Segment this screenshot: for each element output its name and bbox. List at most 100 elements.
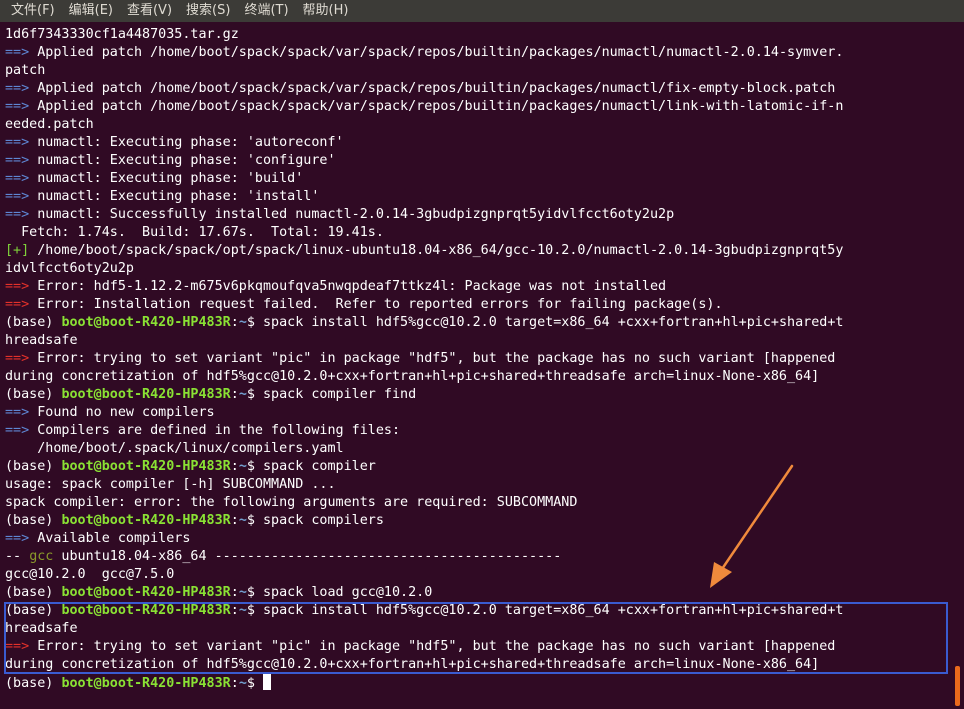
- terminal-line: ==> numactl: Executing phase: 'autorecon…: [5, 134, 949, 152]
- terminal-text: numactl: Executing phase: 'install': [37, 189, 320, 204]
- prompt-env: (base): [5, 513, 62, 528]
- terminal-text: during concretization of hdf5%gcc@10.2.0…: [5, 657, 820, 672]
- terminal-line: spack compiler: error: the following arg…: [5, 494, 949, 512]
- terminal-text: ==>: [5, 351, 38, 366]
- terminal-text: spack compiler find: [263, 387, 417, 402]
- prompt-dollar: $: [246, 387, 263, 402]
- terminal-line: ==> Error: trying to set variant "pic" i…: [5, 350, 949, 368]
- terminal-line: gcc@10.2.0 gcc@7.5.0: [5, 566, 949, 584]
- terminal-line: Fetch: 1.74s. Build: 17.67s. Total: 19.4…: [5, 224, 949, 242]
- terminal-text: 1d6f7343330cf1a4487035.tar.gz: [5, 27, 239, 42]
- terminal-text: Error: Installation request failed. Refe…: [37, 297, 723, 312]
- terminal-text: spack compiler: [263, 459, 376, 474]
- prompt-path: ~: [238, 585, 247, 600]
- terminal-line: ==> numactl: Executing phase: 'install': [5, 188, 949, 206]
- menu-item-2[interactable]: 查看(V): [120, 0, 179, 22]
- terminal-line: hreadsafe: [5, 620, 949, 638]
- terminal-line: hreadsafe: [5, 332, 949, 350]
- terminal-line: ==> Found no new compilers: [5, 404, 949, 422]
- terminal-text: Available compilers: [37, 531, 191, 546]
- prompt-user-host: boot@boot-R420-HP483R: [61, 676, 231, 691]
- terminal-text: numactl: Executing phase: 'configure': [37, 153, 336, 168]
- terminal-line: (base) boot@boot-R420-HP483R:~$ spack lo…: [5, 584, 949, 602]
- terminal-line: ==> Available compilers: [5, 530, 949, 548]
- terminal-line: (base) boot@boot-R420-HP483R:~$ spack co…: [5, 386, 949, 404]
- terminal-text: [+]: [5, 243, 38, 258]
- terminal-line: ==> Error: hdf5-1.12.2-m675v6pkqmoufqva5…: [5, 278, 949, 296]
- terminal-text: ==>: [5, 405, 38, 420]
- terminal-line: (base) boot@boot-R420-HP483R:~$ spack in…: [5, 602, 949, 620]
- prompt-sep: :: [230, 387, 239, 402]
- terminal-text: ==>: [5, 207, 38, 222]
- terminal-text: /home/boot/spack/spack/opt/spack/linux-u…: [37, 243, 844, 258]
- menu-item-5[interactable]: 帮助(H): [296, 0, 356, 22]
- terminal-line: ==> Error: trying to set variant "pic" i…: [5, 638, 949, 656]
- terminal-line: (base) boot@boot-R420-HP483R:~$: [5, 674, 949, 692]
- prompt-sep: :: [230, 513, 239, 528]
- prompt-path: ~: [238, 387, 247, 402]
- prompt-env: (base): [5, 676, 62, 691]
- prompt-path: ~: [238, 603, 247, 618]
- menu-item-1[interactable]: 编辑(E): [62, 0, 120, 22]
- prompt-env: (base): [5, 603, 62, 618]
- menu-item-3[interactable]: 搜索(S): [179, 0, 237, 22]
- terminal-text: during concretization of hdf5%gcc@10.2.0…: [5, 369, 820, 384]
- prompt-path: ~: [238, 315, 247, 330]
- prompt-path: ~: [238, 513, 247, 528]
- terminal-text: Found no new compilers: [37, 405, 215, 420]
- terminal-text: ==>: [5, 99, 38, 114]
- scrollbar-thumb[interactable]: [955, 666, 960, 706]
- terminal-text: numactl: Executing phase: 'build': [37, 171, 304, 186]
- terminal-text: ==>: [5, 135, 38, 150]
- terminal-window: 文件(F) 编辑(E) 查看(V) 搜索(S) 终端(T) 帮助(H) 1d6f73433…: [0, 0, 964, 709]
- terminal-cursor: [263, 674, 271, 690]
- terminal-text: numactl: Executing phase: 'autoreconf': [37, 135, 344, 150]
- prompt-path: ~: [238, 676, 247, 691]
- terminal-text: ==>: [5, 531, 38, 546]
- prompt-dollar: $: [246, 603, 263, 618]
- prompt-user-host: boot@boot-R420-HP483R: [61, 387, 231, 402]
- terminal-text: numactl: Successfully installed numactl-…: [37, 207, 675, 222]
- terminal-text: /home/boot/.spack/linux/compilers.yaml: [5, 441, 344, 456]
- terminal-text: Applied patch /home/boot/spack/spack/var…: [37, 99, 844, 114]
- terminal-text: gcc@10.2.0 gcc@7.5.0: [5, 567, 175, 582]
- terminal-line: /home/boot/.spack/linux/compilers.yaml: [5, 440, 949, 458]
- terminal-line: ==> Applied patch /home/boot/spack/spack…: [5, 44, 949, 62]
- prompt-user-host: boot@boot-R420-HP483R: [61, 603, 231, 618]
- terminal-text: hreadsafe: [5, 333, 78, 348]
- terminal-text: Compilers are defined in the following f…: [37, 423, 401, 438]
- terminal-lines: 1d6f7343330cf1a4487035.tar.gz ==> Applied…: [5, 26, 949, 692]
- terminal-text: ==>: [5, 189, 38, 204]
- prompt-sep: :: [230, 315, 239, 330]
- terminal-output[interactable]: 1d6f7343330cf1a4487035.tar.gz ==> Applied…: [5, 26, 949, 706]
- terminal-line: ==> Error: Installation request failed. …: [5, 296, 949, 314]
- prompt-sep: :: [230, 603, 239, 618]
- prompt-env: (base): [5, 387, 62, 402]
- terminal-line: (base) boot@boot-R420-HP483R:~$ spack co…: [5, 512, 949, 530]
- terminal-line: ==> Applied patch /home/boot/spack/spack…: [5, 98, 949, 116]
- terminal-text: ==>: [5, 81, 38, 96]
- terminal-text: spack compilers: [263, 513, 384, 528]
- terminal-text: ==>: [5, 423, 38, 438]
- terminal-text: ==>: [5, 45, 38, 60]
- terminal-text: patch: [5, 63, 46, 78]
- terminal-line: usage: spack compiler [-h] SUBCOMMAND ..…: [5, 476, 949, 494]
- terminal-line: ==> numactl: Executing phase: 'configure…: [5, 152, 949, 170]
- terminal-text: ==>: [5, 153, 38, 168]
- terminal-line: ==> Compilers are defined in the followi…: [5, 422, 949, 440]
- terminal-line: during concretization of hdf5%gcc@10.2.0…: [5, 368, 949, 386]
- menu-item-0[interactable]: 文件(F): [4, 0, 62, 22]
- terminal-line: 1d6f7343330cf1a4487035.tar.gz: [5, 26, 949, 44]
- terminal-text: usage: spack compiler [-h] SUBCOMMAND ..…: [5, 477, 336, 492]
- prompt-sep: :: [230, 459, 239, 474]
- terminal-text: Error: trying to set variant "pic" in pa…: [37, 351, 836, 366]
- prompt-dollar: $: [246, 459, 263, 474]
- terminal-text: idvlfcct6oty2u2p: [5, 261, 134, 276]
- menu-bar: 文件(F) 编辑(E) 查看(V) 搜索(S) 终端(T) 帮助(H): [0, 0, 964, 22]
- terminal-text: spack load gcc@10.2.0: [263, 585, 433, 600]
- terminal-line: ==> numactl: Successfully installed numa…: [5, 206, 949, 224]
- terminal-text: spack install hdf5%gcc@10.2.0 target=x86…: [263, 603, 844, 618]
- menu-item-4[interactable]: 终端(T): [237, 0, 295, 22]
- terminal-line: during concretization of hdf5%gcc@10.2.0…: [5, 656, 949, 674]
- terminal-text: ==>: [5, 297, 38, 312]
